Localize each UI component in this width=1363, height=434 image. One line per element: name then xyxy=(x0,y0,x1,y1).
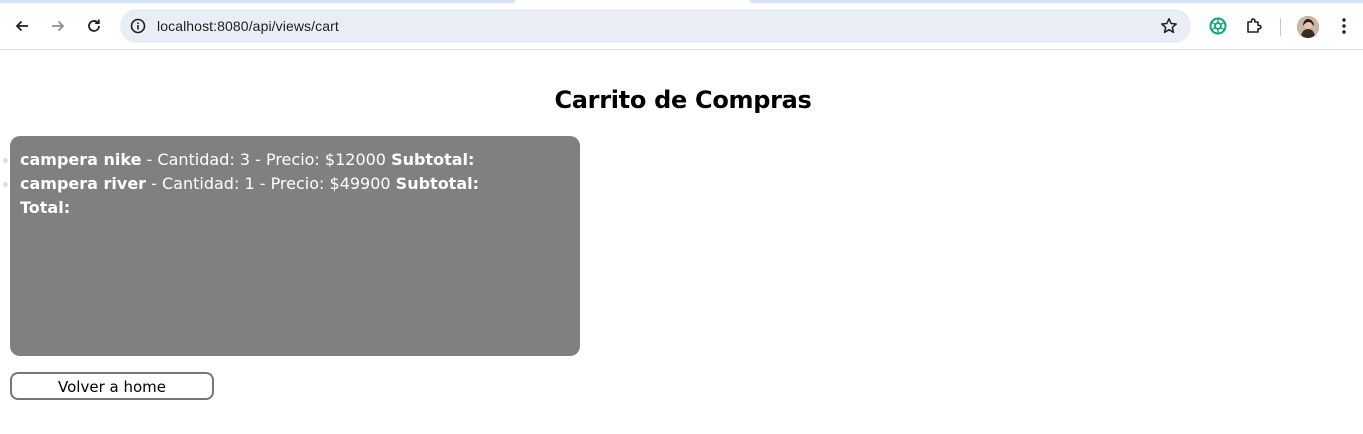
back-button[interactable] xyxy=(8,12,36,40)
page-title: Carrito de Compras xyxy=(554,86,812,114)
list-bullet xyxy=(3,182,8,187)
info-icon xyxy=(130,18,146,34)
total-row: Total: xyxy=(20,196,580,220)
list-bullet xyxy=(3,158,8,163)
site-info-button[interactable] xyxy=(129,17,147,35)
cart-list: campera nike - Cantidad: 3 - Precio: $12… xyxy=(3,136,580,220)
arrow-right-icon xyxy=(52,20,65,32)
puzzle-icon xyxy=(1247,18,1262,33)
extensions-button[interactable] xyxy=(1240,12,1268,40)
reload-icon xyxy=(88,19,100,32)
list-item: campera nike - Cantidad: 3 - Precio: $12… xyxy=(3,148,580,172)
list-item: campera river - Cantidad: 1 - Precio: $4… xyxy=(3,172,580,196)
profile-picture xyxy=(1297,16,1319,38)
arrow-left-icon xyxy=(15,20,28,32)
kebab-menu-icon xyxy=(1342,18,1346,34)
url-text[interactable]: localhost:8080/api/views/cart xyxy=(157,18,339,34)
item-detail: - Cantidad: 3 - Precio: $12000 xyxy=(141,150,392,169)
address-bar[interactable]: localhost:8080/api/views/cart xyxy=(120,9,1191,43)
chatgpt-extension-button[interactable] xyxy=(1204,12,1232,40)
cart-container: campera nike - Cantidad: 3 - Precio: $12… xyxy=(3,136,580,356)
star-icon xyxy=(1161,18,1177,34)
item-name: campera river xyxy=(20,174,147,193)
browser-menu-button[interactable] xyxy=(1330,12,1358,40)
forward-button[interactable] xyxy=(44,12,72,40)
subtotal-label: Subtotal: xyxy=(391,150,475,169)
item-name: campera nike xyxy=(20,150,142,169)
subtotal-label: Subtotal: xyxy=(395,174,480,193)
toolbar-divider xyxy=(1280,18,1281,36)
avatar[interactable] xyxy=(1297,16,1319,38)
reload-button[interactable] xyxy=(80,12,108,40)
browser-toolbar: localhost:8080/api/views/cart xyxy=(0,3,1363,50)
back-to-home-button[interactable]: Volver a home xyxy=(10,372,214,400)
bookmark-button[interactable] xyxy=(1159,16,1179,36)
chatgpt-icon xyxy=(1209,17,1227,35)
total-label: Total: xyxy=(20,198,71,217)
item-detail: - Cantidad: 1 - Precio: $49900 xyxy=(146,174,396,193)
